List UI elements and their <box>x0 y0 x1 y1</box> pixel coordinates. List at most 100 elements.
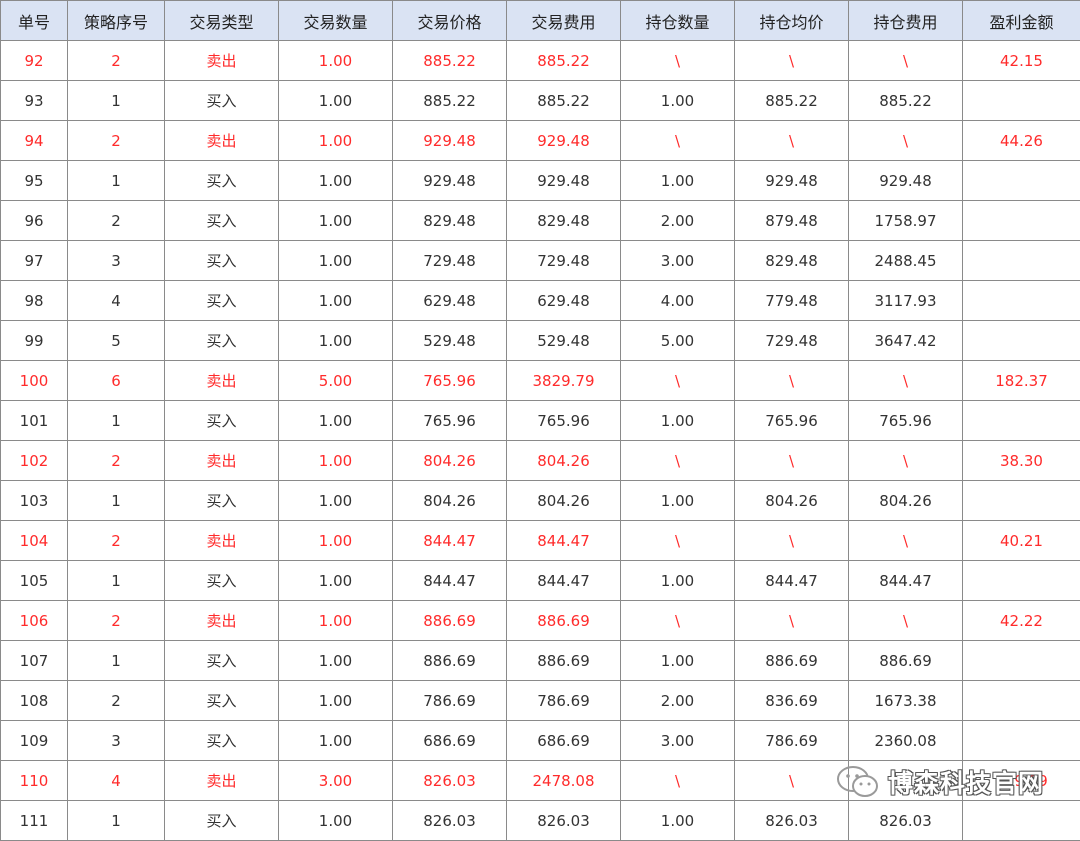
cell-trade-qty: 1.00 <box>279 281 393 321</box>
header-trade-price: 交易价格 <box>393 1 507 41</box>
cell-trade-qty: 1.00 <box>279 81 393 121</box>
table-row: 1062卖出1.00886.69886.69\\\42.22 <box>1 601 1080 641</box>
table-row: 1006卖出5.00765.963829.79\\\182.37 <box>1 361 1080 401</box>
table-row: 995买入1.00529.48529.485.00729.483647.42 <box>1 321 1080 361</box>
cell-position-avg-price: \ <box>735 601 849 641</box>
cell-trade-price: 765.96 <box>393 361 507 401</box>
cell-trade-price: 844.47 <box>393 561 507 601</box>
cell-order-no: 99 <box>1 321 68 361</box>
cell-trade-price: 885.22 <box>393 81 507 121</box>
cell-trade-price: 826.03 <box>393 761 507 801</box>
cell-position-avg-price: 765.96 <box>735 401 849 441</box>
cell-position-qty: \ <box>621 521 735 561</box>
cell-order-no: 94 <box>1 121 68 161</box>
cell-order-no: 95 <box>1 161 68 201</box>
cell-position-avg-price: \ <box>735 521 849 561</box>
cell-trade-price: 804.26 <box>393 441 507 481</box>
cell-position-cost: 2488.45 <box>849 241 963 281</box>
cell-trade-qty: 1.00 <box>279 601 393 641</box>
cell-trade-qty: 5.00 <box>279 361 393 401</box>
cell-profit <box>963 81 1080 121</box>
cell-strategy-no: 2 <box>68 521 165 561</box>
cell-trade-price: 786.69 <box>393 681 507 721</box>
cell-trade-cost: 729.48 <box>507 241 621 281</box>
cell-trade-cost: 929.48 <box>507 121 621 161</box>
trade-record-sheet: 单号 策略序号 交易类型 交易数量 交易价格 交易费用 持仓数量 持仓均价 持仓… <box>0 0 1080 834</box>
cell-profit <box>963 401 1080 441</box>
table-body: 922卖出1.00885.22885.22\\\42.15931买入1.0088… <box>1 41 1080 841</box>
header-trade-qty: 交易数量 <box>279 1 393 41</box>
header-position-cost: 持仓费用 <box>849 1 963 41</box>
cell-position-cost: 2360.08 <box>849 721 963 761</box>
cell-position-cost: \ <box>849 41 963 81</box>
table-row: 922卖出1.00885.22885.22\\\42.15 <box>1 41 1080 81</box>
cell-position-qty: 1.00 <box>621 481 735 521</box>
table-row: 951买入1.00929.48929.481.00929.48929.48 <box>1 161 1080 201</box>
cell-trade-type: 买入 <box>165 641 279 681</box>
cell-strategy-no: 3 <box>68 721 165 761</box>
cell-trade-type: 卖出 <box>165 361 279 401</box>
cell-trade-type: 买入 <box>165 281 279 321</box>
cell-position-qty: \ <box>621 601 735 641</box>
table-row: 984买入1.00629.48629.484.00779.483117.93 <box>1 281 1080 321</box>
table-row: 962买入1.00829.48829.482.00879.481758.97 <box>1 201 1080 241</box>
cell-profit: 119.99 <box>963 761 1080 801</box>
cell-profit <box>963 241 1080 281</box>
cell-trade-cost: 2478.08 <box>507 761 621 801</box>
cell-trade-price: 829.48 <box>393 201 507 241</box>
header-trade-cost: 交易费用 <box>507 1 621 41</box>
cell-trade-cost: 844.47 <box>507 521 621 561</box>
cell-position-qty: 2.00 <box>621 201 735 241</box>
cell-trade-type: 卖出 <box>165 441 279 481</box>
cell-trade-type: 买入 <box>165 401 279 441</box>
table-row: 1082买入1.00786.69786.692.00836.691673.38 <box>1 681 1080 721</box>
cell-order-no: 97 <box>1 241 68 281</box>
cell-position-cost: \ <box>849 761 963 801</box>
cell-trade-type: 买入 <box>165 721 279 761</box>
cell-position-avg-price: 836.69 <box>735 681 849 721</box>
cell-trade-qty: 1.00 <box>279 41 393 81</box>
cell-trade-price: 886.69 <box>393 641 507 681</box>
cell-trade-price: 729.48 <box>393 241 507 281</box>
table-row: 942卖出1.00929.48929.48\\\44.26 <box>1 121 1080 161</box>
cell-strategy-no: 1 <box>68 481 165 521</box>
cell-strategy-no: 2 <box>68 41 165 81</box>
cell-trade-cost: 804.26 <box>507 441 621 481</box>
cell-position-qty: 1.00 <box>621 81 735 121</box>
cell-position-qty: 3.00 <box>621 721 735 761</box>
cell-trade-qty: 1.00 <box>279 201 393 241</box>
cell-trade-price: 929.48 <box>393 121 507 161</box>
cell-order-no: 106 <box>1 601 68 641</box>
cell-strategy-no: 1 <box>68 81 165 121</box>
cell-profit <box>963 201 1080 241</box>
cell-position-avg-price: 804.26 <box>735 481 849 521</box>
cell-trade-type: 买入 <box>165 481 279 521</box>
table-row: 1071买入1.00886.69886.691.00886.69886.69 <box>1 641 1080 681</box>
cell-position-qty: 1.00 <box>621 401 735 441</box>
cell-order-no: 105 <box>1 561 68 601</box>
cell-trade-type: 买入 <box>165 561 279 601</box>
cell-order-no: 107 <box>1 641 68 681</box>
cell-position-qty: 1.00 <box>621 561 735 601</box>
table-row: 1022卖出1.00804.26804.26\\\38.30 <box>1 441 1080 481</box>
cell-trade-cost: 826.03 <box>507 801 621 841</box>
cell-position-cost: 804.26 <box>849 481 963 521</box>
cell-trade-cost: 844.47 <box>507 561 621 601</box>
cell-trade-price: 844.47 <box>393 521 507 561</box>
cell-strategy-no: 3 <box>68 241 165 281</box>
cell-position-qty: 3.00 <box>621 241 735 281</box>
cell-trade-type: 买入 <box>165 161 279 201</box>
cell-profit: 44.26 <box>963 121 1080 161</box>
cell-trade-qty: 1.00 <box>279 641 393 681</box>
table-row: 1031买入1.00804.26804.261.00804.26804.26 <box>1 481 1080 521</box>
cell-order-no: 104 <box>1 521 68 561</box>
cell-trade-qty: 1.00 <box>279 441 393 481</box>
table-row: 1051买入1.00844.47844.471.00844.47844.47 <box>1 561 1080 601</box>
cell-position-cost: \ <box>849 601 963 641</box>
cell-position-avg-price: 844.47 <box>735 561 849 601</box>
cell-trade-qty: 1.00 <box>279 561 393 601</box>
cell-position-cost: 3117.93 <box>849 281 963 321</box>
cell-position-avg-price: 779.48 <box>735 281 849 321</box>
cell-order-no: 101 <box>1 401 68 441</box>
cell-profit <box>963 561 1080 601</box>
